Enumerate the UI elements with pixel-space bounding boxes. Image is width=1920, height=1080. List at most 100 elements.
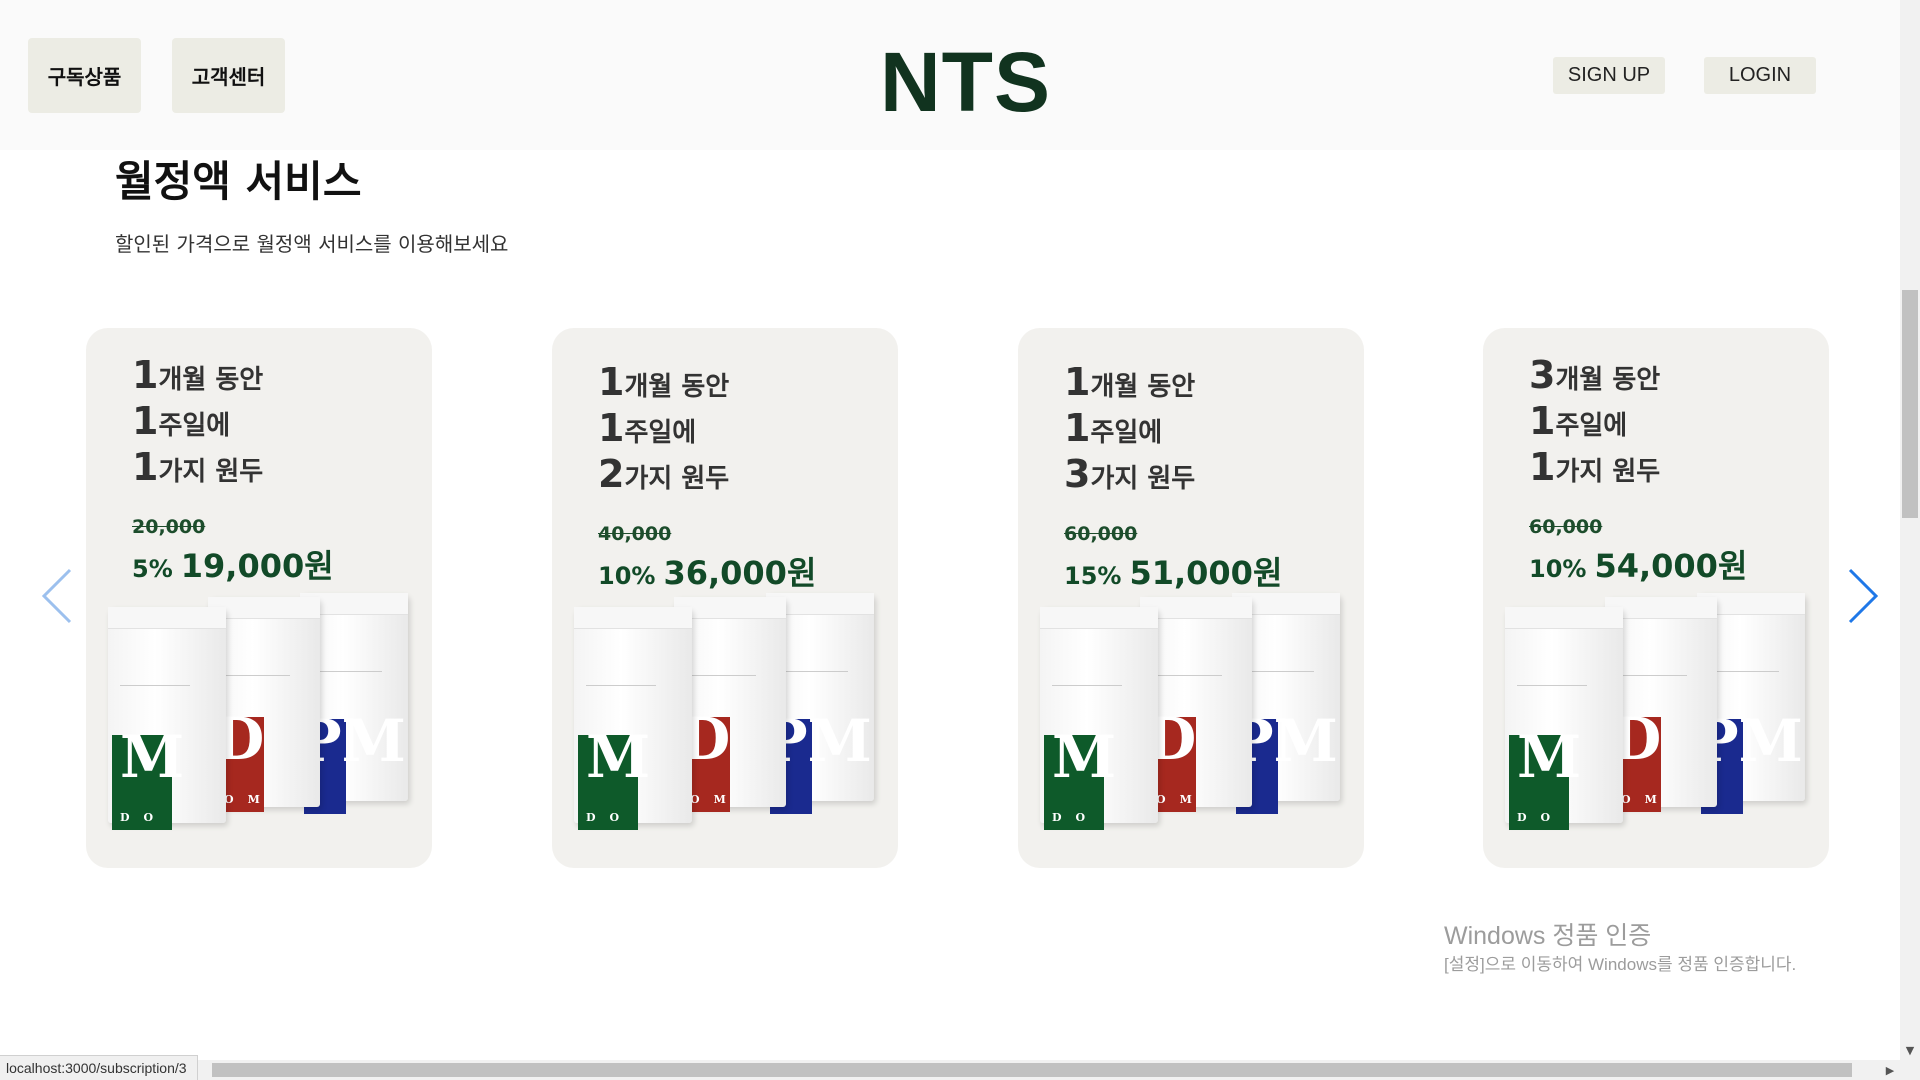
coffee-bag: M DO (1505, 607, 1623, 830)
price-row: 10% 54,000원 (1529, 541, 1747, 587)
bag-logo-small: OM (1156, 793, 1206, 806)
subscription-card[interactable]: 3개월 동안 1주일에 1가지 원두 60,000 10% 54,000원 PM D OM M DO (1483, 328, 1829, 868)
bag-top (1505, 607, 1623, 629)
plan-number: 1 (598, 360, 625, 404)
status-bar-url: localhost:3000/subscription/3 (0, 1055, 198, 1080)
plan-number: 2 (598, 452, 625, 496)
plan-line-weeks: 1주일에 (598, 405, 729, 451)
plan-label: 개월 동안 (158, 365, 264, 395)
bag-logo-small: DO (1052, 811, 1100, 824)
discounted-price: 36,000원 (663, 554, 817, 592)
plan-line-kinds: 1가지 원두 (132, 444, 263, 490)
coffee-bags-image: PM D OM M DO (1505, 593, 1807, 830)
bag-print-line (1244, 671, 1314, 672)
bag-print-line (586, 685, 656, 686)
scrollbar-corner (1900, 1060, 1920, 1080)
logo[interactable]: NTS (880, 34, 1051, 131)
chevron-right-icon[interactable] (1842, 566, 1882, 626)
bag-print-line (1709, 671, 1779, 672)
windows-activation-title: Windows 정품 인증 (1444, 922, 1652, 950)
original-price: 20,000 (132, 516, 206, 538)
vertical-scrollbar[interactable] (1900, 0, 1920, 1060)
bag-print-line (312, 671, 382, 672)
bag-logo-small: DO (586, 811, 634, 824)
plan-details: 1개월 동안 1주일에 3가지 원두 (1064, 359, 1195, 497)
plan-label: 가지 원두 (1555, 457, 1661, 487)
plan-number: 1 (132, 353, 159, 397)
page-subtitle: 할인된 가격으로 월정액 서비스를 이용해보세요 (115, 232, 509, 256)
bag-logo-small: DO (120, 811, 168, 824)
plan-details: 3개월 동안 1주일에 1가지 원두 (1529, 352, 1660, 490)
nav-customer-center[interactable]: 고객센터 (172, 38, 285, 113)
plan-label: 가지 원두 (158, 457, 264, 487)
price-row: 5% 19,000원 (132, 541, 334, 587)
scroll-right-icon[interactable]: ▶ (1880, 1060, 1900, 1080)
bag-label: M DO (1509, 723, 1581, 830)
plan-label: 주일에 (158, 411, 231, 441)
plan-number: 1 (1529, 399, 1556, 443)
plan-line-kinds: 3가지 원두 (1064, 451, 1195, 497)
discount-percent: 15% (1064, 562, 1122, 590)
subscription-card[interactable]: 1개월 동안 1주일에 3가지 원두 60,000 15% 51,000원 PM D OM M DO (1018, 328, 1364, 868)
plan-number: 1 (132, 399, 159, 443)
plan-label: 개월 동안 (1090, 372, 1196, 402)
plan-line-kinds: 1가지 원두 (1529, 444, 1660, 490)
original-price: 60,000 (1064, 523, 1138, 545)
plan-line-weeks: 1주일에 (1529, 398, 1660, 444)
plan-number: 1 (132, 445, 159, 489)
coffee-bags-image: PM D OM M DO (108, 593, 410, 830)
scroll-down-icon[interactable]: ▼ (1900, 1040, 1920, 1060)
plan-label: 개월 동안 (624, 372, 730, 402)
coffee-bags-image: PM D OM M DO (574, 593, 876, 830)
coffee-bag: M DO (574, 607, 692, 830)
discounted-price: 19,000원 (180, 547, 334, 585)
bag-print-line (120, 685, 190, 686)
plan-label: 가지 원두 (624, 464, 730, 494)
signup-button[interactable]: SIGN UP (1553, 57, 1665, 94)
plan-number: 1 (598, 406, 625, 450)
bag-logo-letter: M (1052, 723, 1117, 791)
bag-print-line (1517, 685, 1587, 686)
bag-logo-letter: M (1517, 723, 1582, 791)
plan-line-weeks: 1주일에 (132, 398, 263, 444)
plan-line-months: 1개월 동안 (1064, 359, 1195, 405)
login-button[interactable]: LOGIN (1704, 57, 1816, 94)
price-row: 10% 36,000원 (598, 548, 816, 594)
subscription-card[interactable]: 1개월 동안 1주일에 2가지 원두 40,000 10% 36,000원 PM D OM M DO (552, 328, 898, 868)
nav-subscription-products[interactable]: 구독상품 (28, 38, 141, 113)
plan-line-kinds: 2가지 원두 (598, 451, 729, 497)
bag-print-line (1617, 675, 1687, 676)
plan-number: 1 (1529, 445, 1556, 489)
bag-top (1040, 607, 1158, 629)
plan-line-months: 1개월 동안 (132, 352, 263, 398)
vertical-scroll-thumb[interactable] (1902, 290, 1918, 518)
chevron-left-icon[interactable] (38, 566, 78, 626)
bag-print-line (220, 675, 290, 676)
bag-top (108, 607, 226, 629)
plan-details: 1개월 동안 1주일에 2가지 원두 (598, 359, 729, 497)
bag-top (574, 607, 692, 629)
discount-percent: 10% (598, 562, 656, 590)
bag-print-line (778, 671, 848, 672)
discount-percent: 10% (1529, 555, 1587, 583)
bag-label: M DO (112, 723, 184, 830)
bag-logo-small: DO (1517, 811, 1565, 824)
plan-number: 3 (1529, 353, 1556, 397)
plan-label: 주일에 (1555, 411, 1628, 441)
plan-number: 3 (1064, 452, 1091, 496)
plan-label: 가지 원두 (1090, 464, 1196, 494)
bag-print-line (1152, 675, 1222, 676)
plan-number: 1 (1064, 406, 1091, 450)
windows-activation-subtitle: [설정]으로 이동하여 Windows를 정품 인증합니다. (1444, 955, 1797, 974)
plan-number: 1 (1064, 360, 1091, 404)
page-title: 월정액 서비스 (115, 157, 362, 206)
plan-line-weeks: 1주일에 (1064, 405, 1195, 451)
bag-label: M DO (1044, 723, 1116, 830)
bag-print-line (1052, 685, 1122, 686)
bag-logo-letter: M (120, 723, 185, 791)
bag-logo-small: OM (690, 793, 740, 806)
bag-label: M DO (578, 723, 650, 830)
subscription-card[interactable]: 1개월 동안 1주일에 1가지 원두 20,000 5% 19,000원 PM D OM M DO (86, 328, 432, 868)
horizontal-scroll-thumb[interactable] (212, 1063, 1852, 1077)
bag-print-line (686, 675, 756, 676)
